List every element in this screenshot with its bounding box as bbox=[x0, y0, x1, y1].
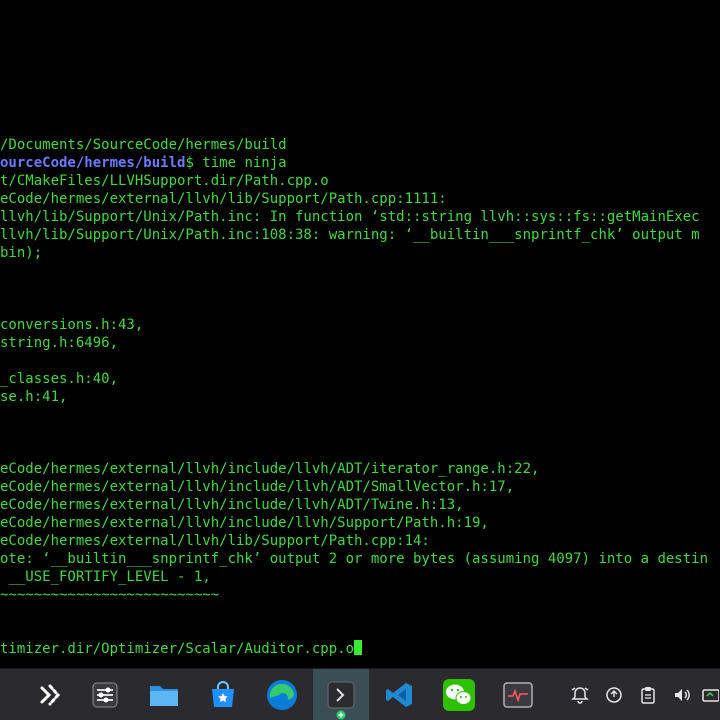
notification-button[interactable] bbox=[568, 669, 592, 720]
terminal-prompt-line: ourceCode/hermes/build$ time ninja bbox=[0, 154, 287, 172]
terminal-window[interactable]: /Documents/SourceCode/hermes/build ource… bbox=[0, 0, 720, 668]
terminal-line: eCode/hermes/external/llvh/include/llvh/… bbox=[0, 479, 515, 495]
system-monitor-button[interactable] bbox=[490, 669, 546, 720]
file-manager-button[interactable] bbox=[136, 669, 192, 720]
prompt-command: $ time ninja bbox=[185, 155, 287, 171]
terminal-line: conversions.h:43, bbox=[0, 317, 144, 333]
edge-browser-button[interactable] bbox=[254, 669, 310, 720]
launcher-button[interactable] bbox=[21, 669, 77, 720]
network-button[interactable] bbox=[700, 669, 720, 720]
volume-button[interactable] bbox=[670, 669, 694, 720]
terminal-line: se.h:41, bbox=[0, 389, 68, 405]
prompt-path: ourceCode/hermes/build bbox=[0, 155, 186, 171]
volume-icon bbox=[675, 689, 690, 701]
launcher-icon bbox=[40, 684, 61, 706]
terminal-line: llvh/lib/Support/Unix/Path.inc: In funct… bbox=[0, 209, 700, 225]
terminal-current-line: timizer.dir/Optimizer/Scalar/Auditor.cpp… bbox=[0, 640, 363, 658]
terminal-line: t/CMakeFiles/LLVHSupport.dir/Path.cpp.o bbox=[0, 173, 329, 189]
control-center-icon bbox=[92, 682, 118, 708]
terminal-line: eCode/hermes/external/llvh/include/llvh/… bbox=[0, 515, 489, 531]
terminal-line: ote: ‘__builtin___snprintf_chk’ output 2… bbox=[0, 551, 709, 567]
terminal-line: bin); bbox=[0, 245, 43, 261]
clipboard-button[interactable] bbox=[636, 669, 660, 720]
terminal-line: timizer.dir/Optimizer/Scalar/Auditor.cpp… bbox=[0, 641, 355, 657]
terminal-button[interactable] bbox=[313, 669, 369, 720]
vscode-icon bbox=[386, 683, 412, 707]
app-store-button[interactable] bbox=[195, 669, 251, 720]
edge-browser-icon bbox=[267, 680, 297, 710]
terminal-line: __USE_FORTIFY_LEVEL - 1, bbox=[0, 569, 211, 585]
file-manager-icon bbox=[150, 686, 178, 706]
terminal-line: /Documents/SourceCode/hermes/build bbox=[0, 137, 287, 153]
control-center-button[interactable] bbox=[77, 669, 133, 720]
terminal-line: eCode/hermes/external/llvh/lib/Support/P… bbox=[0, 191, 447, 207]
wechat-button[interactable] bbox=[431, 669, 487, 720]
notification-bell-icon bbox=[571, 687, 589, 704]
vscode-button[interactable] bbox=[372, 669, 428, 720]
system-monitor-icon bbox=[503, 682, 533, 708]
terminal-line: eCode/hermes/external/llvh/include/llvh/… bbox=[0, 461, 540, 477]
text-cursor bbox=[354, 640, 363, 655]
terminal-line: eCode/hermes/external/llvh/lib/Support/P… bbox=[0, 533, 430, 549]
update-button[interactable] bbox=[602, 669, 626, 720]
terminal-line: eCode/hermes/external/llvh/include/llvh/… bbox=[0, 497, 464, 513]
running-indicator-icon bbox=[336, 710, 346, 720]
network-icon bbox=[702, 689, 719, 702]
terminal-line: _classes.h:40, bbox=[0, 371, 119, 387]
terminal-icon bbox=[327, 681, 355, 709]
clipboard-icon bbox=[641, 687, 655, 704]
terminal-line: ~~~~~~~~~~~~~~~~~~~~~~~~~~ bbox=[0, 587, 220, 603]
update-icon bbox=[606, 687, 622, 703]
taskbar bbox=[0, 668, 720, 720]
terminal-line: string.h:6496, bbox=[0, 335, 119, 351]
wechat-icon bbox=[443, 679, 475, 711]
app-store-icon bbox=[212, 681, 234, 707]
terminal-line: llvh/lib/Support/Unix/Path.inc:108:38: w… bbox=[0, 227, 700, 243]
